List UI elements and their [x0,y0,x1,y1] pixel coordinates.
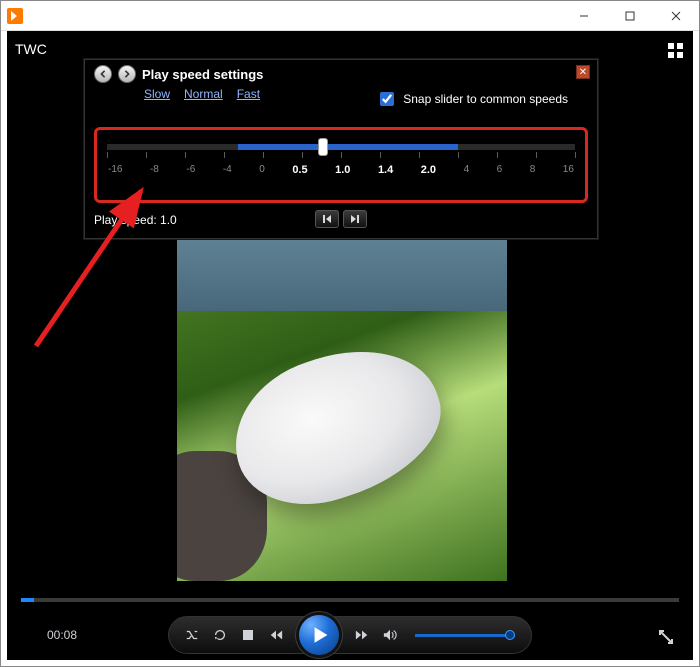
elapsed-time: 00:08 [47,628,77,642]
speed-fast-link[interactable]: Fast [237,87,260,101]
tick-label: 1.4 [378,164,393,192]
play-button[interactable] [299,615,339,655]
seek-progress [21,598,34,602]
tick-label: 0.5 [292,164,307,192]
frame-step-back-button[interactable] [315,210,339,228]
tick-label: -6 [186,164,195,192]
control-cluster [168,616,532,654]
speed-slider-highlight: -16 -8 -6 -4 0 0.5 1.0 1.4 2.0 468 16 [94,127,588,203]
seek-bar[interactable] [21,598,679,602]
current-speed-label: Play speed: 1.0 [94,213,177,227]
tick-label: 16 [563,164,574,192]
close-button[interactable] [653,1,699,31]
snap-slider-label: Snap slider to common speeds [403,92,568,106]
playback-controls: 00:08 [7,610,693,660]
speed-slider-track[interactable] [107,144,575,150]
tick-label: -4 [223,164,232,192]
tick-label: 0 [259,164,265,192]
fullscreen-button[interactable] [657,628,675,646]
speed-normal-link[interactable]: Normal [184,87,223,101]
snap-slider-checkbox[interactable] [380,92,394,106]
window-buttons [561,1,699,31]
tick-label: -8 [150,164,159,192]
app-icon [7,8,23,24]
tick-label: 6 [497,164,503,192]
panel-back-button[interactable] [94,65,112,83]
stop-button[interactable] [241,628,255,642]
maximize-button[interactable] [607,1,653,31]
volume-slider[interactable] [415,634,515,637]
tick-label: 2.0 [421,164,436,192]
video-viewport[interactable] [177,201,507,581]
tick-label: -16 [108,164,122,192]
panel-forward-button[interactable] [118,65,136,83]
player-area: TWC ✕ Play speed settings Slow Normal Fa… [7,31,693,660]
speed-slow-link[interactable]: Slow [144,87,170,101]
speed-slider-tickmarks [107,152,575,160]
volume-icon[interactable] [383,628,397,642]
frame-step-forward-button[interactable] [343,210,367,228]
tick-label: 8 [530,164,536,192]
speed-slider-tick-labels: -16 -8 -6 -4 0 0.5 1.0 1.4 2.0 468 16 [107,164,575,192]
snap-slider-checkbox-wrap[interactable]: Snap slider to common speeds [376,89,568,109]
view-grid-icon[interactable] [668,43,683,58]
panel-title: Play speed settings [142,67,263,82]
rewind-button[interactable] [269,628,283,642]
fast-forward-button[interactable] [355,628,369,642]
play-speed-panel: ✕ Play speed settings Slow Normal Fast S… [83,58,599,240]
tick-label: 4 [464,164,470,192]
repeat-button[interactable] [213,628,227,642]
window-titlebar [1,1,699,31]
library-label: TWC [15,41,47,57]
shuffle-button[interactable] [185,628,199,642]
tick-label: 1.0 [335,164,350,192]
minimize-button[interactable] [561,1,607,31]
panel-close-button[interactable]: ✕ [576,65,590,79]
volume-thumb[interactable] [505,630,515,640]
